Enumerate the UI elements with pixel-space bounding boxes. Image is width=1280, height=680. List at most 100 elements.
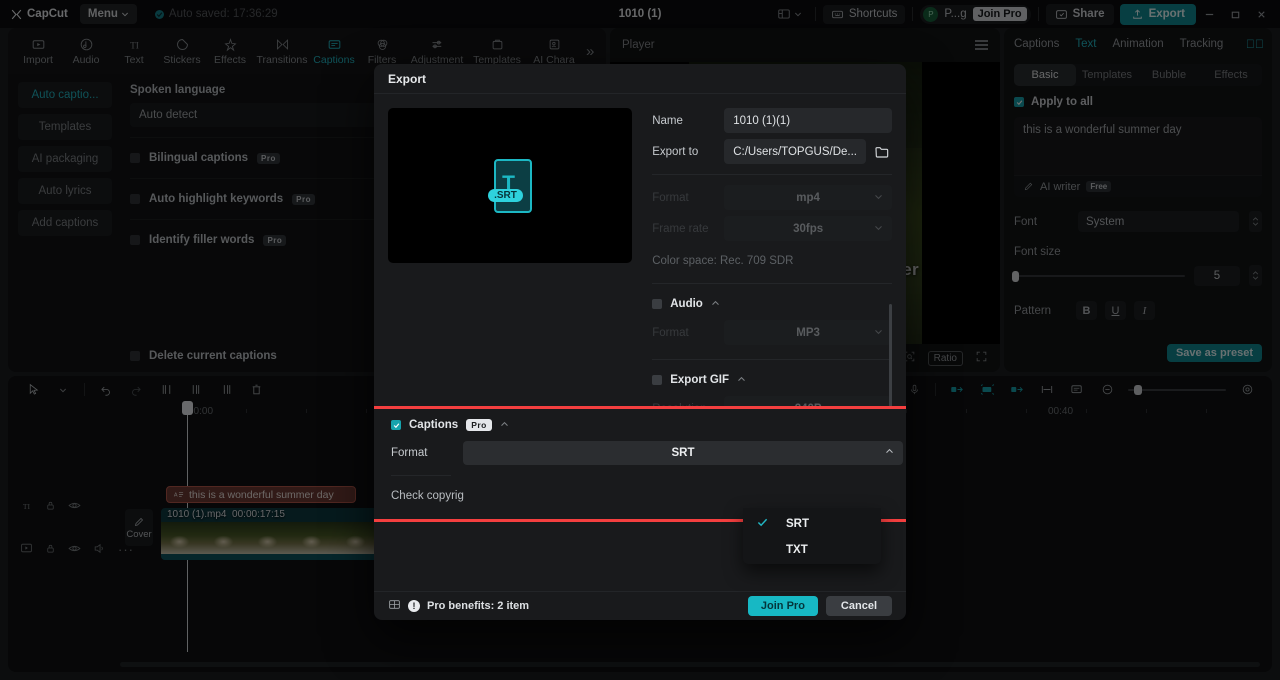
subtab-bubble[interactable]: Bubble xyxy=(1138,64,1200,86)
export-button[interactable]: Export xyxy=(1119,3,1196,25)
video-track-lock-icon[interactable] xyxy=(45,543,56,557)
trim-right-icon[interactable] xyxy=(211,376,241,403)
timeline-scrollbar[interactable] xyxy=(120,662,1260,667)
caption-text-input[interactable]: this is a wonderful summer day xyxy=(1014,117,1262,175)
toolbar-item-stickers[interactable]: Stickers xyxy=(158,37,206,66)
delete-icon[interactable] xyxy=(241,376,271,403)
font-select[interactable]: System xyxy=(1078,211,1239,232)
chevron-up-icon[interactable] xyxy=(737,375,746,386)
zoom-fit-icon[interactable] xyxy=(1232,376,1262,403)
frame-rate-select[interactable]: 30fps xyxy=(724,216,892,241)
tab-text[interactable]: Text xyxy=(1075,38,1096,50)
apply-to-all-checkbox[interactable] xyxy=(1014,97,1024,107)
text-track-lock-icon[interactable] xyxy=(45,500,56,514)
player-menu-icon[interactable] xyxy=(975,40,988,50)
toolbar-item-filters[interactable]: Filters xyxy=(358,37,406,66)
font-stepper[interactable] xyxy=(1249,211,1262,232)
smart-edit-icon[interactable] xyxy=(972,376,1002,403)
checkbox[interactable] xyxy=(130,235,140,245)
captions-section-header[interactable]: Captions Pro xyxy=(391,419,903,431)
checkbox[interactable] xyxy=(130,194,140,204)
name-input[interactable]: 1010 (1)(1) xyxy=(724,108,892,133)
sidebar-item-templates[interactable]: Templates xyxy=(18,114,112,140)
share-button[interactable]: Share xyxy=(1045,3,1114,25)
checkbox[interactable] xyxy=(130,153,140,163)
tab-tracking[interactable]: Tracking xyxy=(1180,38,1224,50)
bold-button[interactable]: B xyxy=(1076,301,1097,320)
chevron-up-icon[interactable] xyxy=(500,420,509,431)
sidebar-item-auto-lyrics[interactable]: Auto lyrics xyxy=(18,178,112,204)
save-as-preset-button[interactable]: Save as preset xyxy=(1166,344,1262,362)
audio-section-header[interactable]: Audio xyxy=(652,298,892,310)
timeline-zoom-slider[interactable] xyxy=(1128,384,1226,395)
slider-knob[interactable] xyxy=(1134,384,1142,395)
dropdown-option-txt[interactable]: TXT xyxy=(743,537,881,563)
audio-checkbox[interactable] xyxy=(652,299,663,309)
trim-left-icon[interactable] xyxy=(181,376,211,403)
audio-format-select[interactable]: MP3 xyxy=(724,320,892,345)
captions-checkbox[interactable] xyxy=(391,420,401,430)
subtab-templates[interactable]: Templates xyxy=(1076,64,1138,86)
sidebar-item-add-captions[interactable]: Add captions xyxy=(18,210,112,236)
undo-icon[interactable] xyxy=(91,376,121,403)
toolbar-item-captions[interactable]: Captions xyxy=(310,37,358,66)
gif-section-header[interactable]: Export GIF xyxy=(652,374,892,386)
font-size-stepper[interactable] xyxy=(1249,265,1262,286)
check-copyright-label[interactable]: Check copyrig xyxy=(391,490,903,502)
video-clip[interactable]: 1010 (1).mp4 00:00:17:15 xyxy=(161,508,381,560)
window-close-button[interactable] xyxy=(1248,1,1274,27)
thumbnail-view-icon[interactable] xyxy=(1062,376,1092,403)
toolbar-item-import[interactable]: Import xyxy=(14,37,62,66)
toolbar-item-adjustment[interactable]: Adjustment xyxy=(406,37,468,66)
slider-knob[interactable] xyxy=(1012,270,1019,282)
subtab-basic[interactable]: Basic xyxy=(1014,64,1076,86)
layout-icon[interactable] xyxy=(771,4,808,24)
toolbar-item-templates[interactable]: Templates xyxy=(468,37,526,66)
underline-button[interactable]: U xyxy=(1105,301,1126,320)
auto-cut-icon[interactable] xyxy=(942,376,972,403)
tabs-overflow-icon[interactable]: ≫े xyxy=(1246,37,1264,51)
ai-writer-button[interactable]: AI writer Free xyxy=(1014,175,1262,197)
font-size-value[interactable]: 5 xyxy=(1194,265,1240,286)
toolbar-item-audio[interactable]: Audio xyxy=(62,37,110,66)
text-clip[interactable]: A this is a wonderful summer day xyxy=(166,486,356,503)
sidebar-item-ai-packaging[interactable]: AI packaging xyxy=(18,146,112,172)
cover-button[interactable]: Cover xyxy=(125,509,153,546)
chevron-up-icon[interactable] xyxy=(711,299,720,310)
select-tool-dropdown-icon[interactable] xyxy=(48,376,78,403)
auto-reframe-icon[interactable] xyxy=(1002,376,1032,403)
toolbar-item-ai-character[interactable]: AI Chara xyxy=(526,37,582,66)
zoom-out-icon[interactable] xyxy=(1092,376,1122,403)
subtab-effects[interactable]: Effects xyxy=(1200,64,1262,86)
gif-checkbox[interactable] xyxy=(652,375,663,385)
folder-icon[interactable] xyxy=(872,142,892,162)
split-icon[interactable] xyxy=(151,376,181,403)
join-pro-button[interactable]: Join Pro xyxy=(747,596,818,616)
video-track-visibility-icon[interactable] xyxy=(68,543,81,557)
toolbar-more-button[interactable]: » xyxy=(586,43,594,60)
tab-animation[interactable]: Animation xyxy=(1112,38,1163,50)
apply-to-all-row[interactable]: Apply to all xyxy=(1014,96,1262,108)
captions-format-select[interactable]: SRT xyxy=(463,441,903,465)
fullscreen-icon[interactable] xyxy=(975,350,988,366)
toolbar-item-effects[interactable]: Effects xyxy=(206,37,254,66)
toolbar-item-text[interactable]: TI Text xyxy=(110,37,158,66)
tab-captions[interactable]: Captions xyxy=(1014,38,1059,50)
format-select[interactable]: mp4 xyxy=(724,185,892,210)
menu-button[interactable]: Menu xyxy=(79,4,137,24)
cancel-button[interactable]: Cancel xyxy=(825,596,892,616)
window-minimize-button[interactable] xyxy=(1196,1,1222,27)
shortcuts-button[interactable]: Shortcuts xyxy=(822,4,906,24)
italic-button[interactable]: I xyxy=(1134,301,1155,320)
join-pro-chip[interactable]: Join Pro xyxy=(972,7,1027,21)
select-tool-icon[interactable] xyxy=(18,376,48,403)
dropdown-option-srt[interactable]: SRT xyxy=(743,511,881,537)
export-to-input[interactable]: C:/Users/TOPGUS/De... xyxy=(724,139,866,164)
checkbox[interactable] xyxy=(130,351,140,361)
font-size-slider[interactable] xyxy=(1012,270,1185,282)
playhead-grip[interactable] xyxy=(182,401,193,415)
redo-icon[interactable] xyxy=(121,376,151,403)
text-track-visibility-icon[interactable] xyxy=(68,500,81,514)
sidebar-item-auto-captions[interactable]: Auto captio... xyxy=(18,82,112,108)
keyframe-icon[interactable] xyxy=(1032,376,1062,403)
